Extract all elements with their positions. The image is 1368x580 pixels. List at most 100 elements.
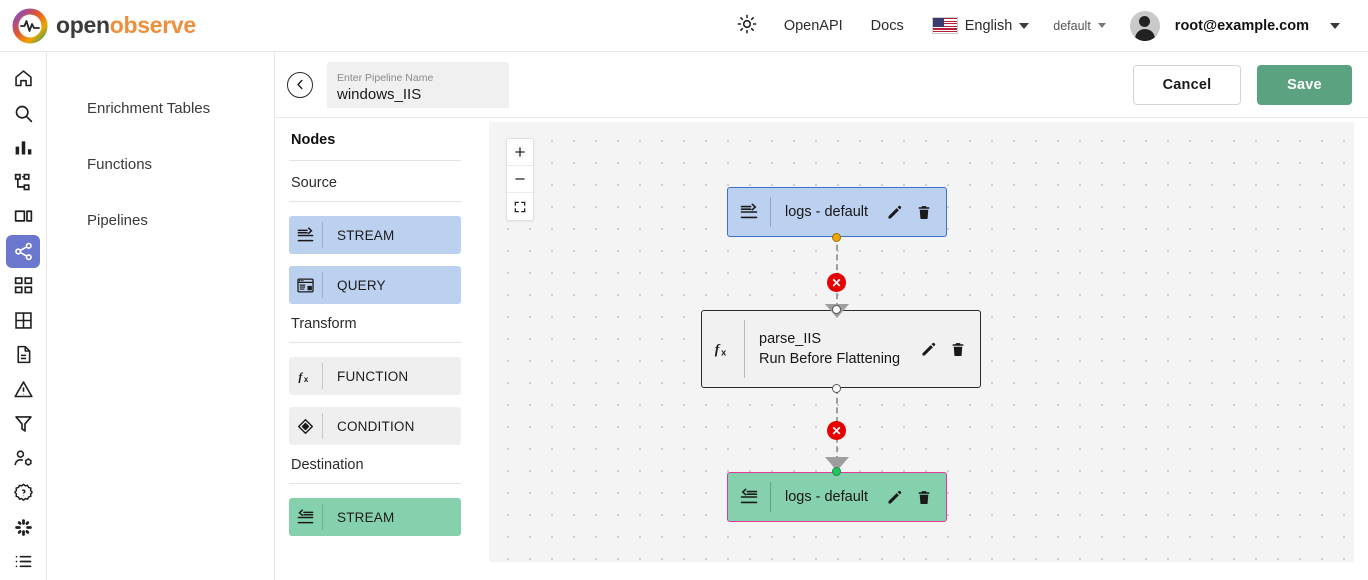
openapi-link[interactable]: OpenAPI (770, 0, 857, 52)
sidebar-item-dashboards[interactable] (6, 269, 40, 302)
fx-icon: f x (289, 357, 322, 395)
trash-icon[interactable] (916, 489, 932, 506)
function-node-output-handle[interactable] (832, 384, 841, 393)
avatar (1130, 11, 1160, 41)
pipeline-name-label: Enter Pipeline Name (337, 71, 499, 85)
source-node-actions (886, 204, 946, 221)
language-selector[interactable]: English (918, 0, 1044, 52)
home-icon (13, 68, 34, 89)
node-palette-label: CONDITION (323, 419, 415, 434)
node-palette-source-query[interactable]: QUERY (289, 266, 461, 304)
sun-icon (736, 13, 758, 39)
sidebar-item-home[interactable] (6, 62, 40, 95)
zoom-out-button[interactable] (507, 166, 533, 193)
node-palette-condition[interactable]: CONDITION (289, 407, 461, 445)
stream-in-icon (728, 202, 770, 222)
user-settings-icon (13, 448, 34, 469)
group-title-destination: Destination (289, 457, 461, 483)
plus-icon (513, 145, 527, 159)
nodes-panel-title: Nodes (289, 132, 461, 160)
bar-chart-icon (13, 137, 34, 158)
node-palette-source-stream[interactable]: STREAM (289, 216, 461, 254)
node-palette-destination-stream[interactable]: STREAM (289, 498, 461, 536)
pencil-icon[interactable] (920, 341, 937, 358)
sidebar-item-traces[interactable] (6, 166, 40, 199)
sidebar-item-rum[interactable] (6, 200, 40, 233)
node-palette-function[interactable]: f x FUNCTION (289, 357, 461, 395)
docs-link[interactable]: Docs (857, 0, 918, 52)
sidebar-item-data-sources[interactable] (6, 407, 40, 440)
divider (289, 201, 461, 202)
canvas-wrapper: ✕ ✕ logs - default (475, 118, 1368, 580)
sidebar-item-slack[interactable] (6, 511, 40, 544)
organization-selector[interactable]: default (1043, 0, 1116, 52)
zoom-controls (506, 138, 534, 221)
sidebar-item-metrics[interactable] (6, 131, 40, 164)
function-node-input-handle[interactable] (832, 305, 841, 314)
source-node-title: logs - default (785, 204, 868, 220)
sidebar-item-functions[interactable]: Functions (47, 136, 274, 192)
secondary-sidebar: Enrichment Tables Functions Pipelines (47, 52, 275, 580)
reports-document-icon (13, 344, 34, 365)
pipeline-canvas[interactable]: ✕ ✕ logs - default (489, 122, 1354, 562)
source-node-output-handle[interactable] (832, 233, 841, 242)
sidebar-item-pipelines[interactable] (6, 235, 40, 268)
fit-view-icon (513, 200, 527, 214)
cancel-button[interactable]: Cancel (1133, 65, 1241, 105)
brand-name-part1: open (56, 12, 110, 38)
close-icon: ✕ (831, 277, 841, 289)
function-node-subtitle: Run Before Flattening (759, 349, 920, 369)
openapi-label: OpenAPI (784, 18, 843, 34)
destination-node-input-handle[interactable] (832, 467, 841, 476)
organization-label: default (1053, 19, 1091, 33)
function-node[interactable]: f x parse_IIS Run Before Flattening (701, 310, 981, 388)
gear-help-icon (13, 482, 34, 503)
function-node-actions (920, 341, 980, 358)
divider (289, 483, 461, 484)
pipeline-name-input[interactable]: Enter Pipeline Name windows_IIS (327, 62, 509, 108)
stream-in-icon (289, 216, 322, 254)
svg-text:f: f (715, 342, 721, 357)
edge-delete-button-2[interactable]: ✕ (827, 421, 846, 440)
pipeline-name-value: windows_IIS (337, 85, 499, 104)
top-bar: openobserve OpenAPI Docs En (0, 0, 1368, 52)
sidebar-item-enrichment-tables[interactable]: Enrichment Tables (47, 80, 274, 136)
docs-label: Docs (871, 18, 904, 34)
sidebar-item-alerts[interactable] (6, 373, 40, 406)
pencil-icon[interactable] (886, 204, 903, 221)
user-menu[interactable]: root@example.com (1116, 0, 1354, 52)
trash-icon[interactable] (950, 341, 966, 358)
pipeline-editor-header: Enter Pipeline Name windows_IIS Cancel S… (275, 52, 1368, 118)
sidebar-item-pipelines[interactable]: Pipelines (47, 192, 274, 248)
slack-icon (13, 517, 34, 538)
pencil-icon[interactable] (886, 489, 903, 506)
sidebar-item-management[interactable] (6, 476, 40, 509)
zoom-in-button[interactable] (507, 139, 533, 166)
edge-source-to-function[interactable] (836, 235, 838, 309)
brand-logo-area[interactable]: openobserve (0, 8, 196, 44)
sidebar-item-streams[interactable] (6, 304, 40, 337)
save-button[interactable]: Save (1257, 65, 1352, 105)
chevron-down-icon (1098, 23, 1106, 28)
search-icon (13, 103, 34, 124)
dashboards-grid-icon (13, 275, 34, 296)
fit-view-button[interactable] (507, 193, 533, 220)
stream-out-icon (728, 487, 770, 507)
divider (289, 160, 461, 161)
back-button[interactable] (287, 72, 313, 98)
destination-node[interactable]: logs - default (727, 472, 947, 522)
edge-delete-button-1[interactable]: ✕ (827, 273, 846, 292)
diamond-icon (289, 407, 322, 445)
sidebar-item-label: Enrichment Tables (87, 100, 210, 117)
sidebar-item-iam[interactable] (6, 442, 40, 475)
source-node[interactable]: logs - default (727, 187, 947, 237)
theme-toggle-button[interactable] (724, 0, 770, 52)
trash-icon[interactable] (916, 204, 932, 221)
sidebar-item-search[interactable] (6, 97, 40, 130)
svg-text:x: x (721, 347, 727, 357)
sidebar-item-about[interactable] (6, 545, 40, 578)
list-icon (13, 551, 34, 572)
group-title-transform: Transform (289, 316, 461, 342)
alerts-warning-icon (13, 379, 34, 400)
sidebar-item-reports[interactable] (6, 338, 40, 371)
